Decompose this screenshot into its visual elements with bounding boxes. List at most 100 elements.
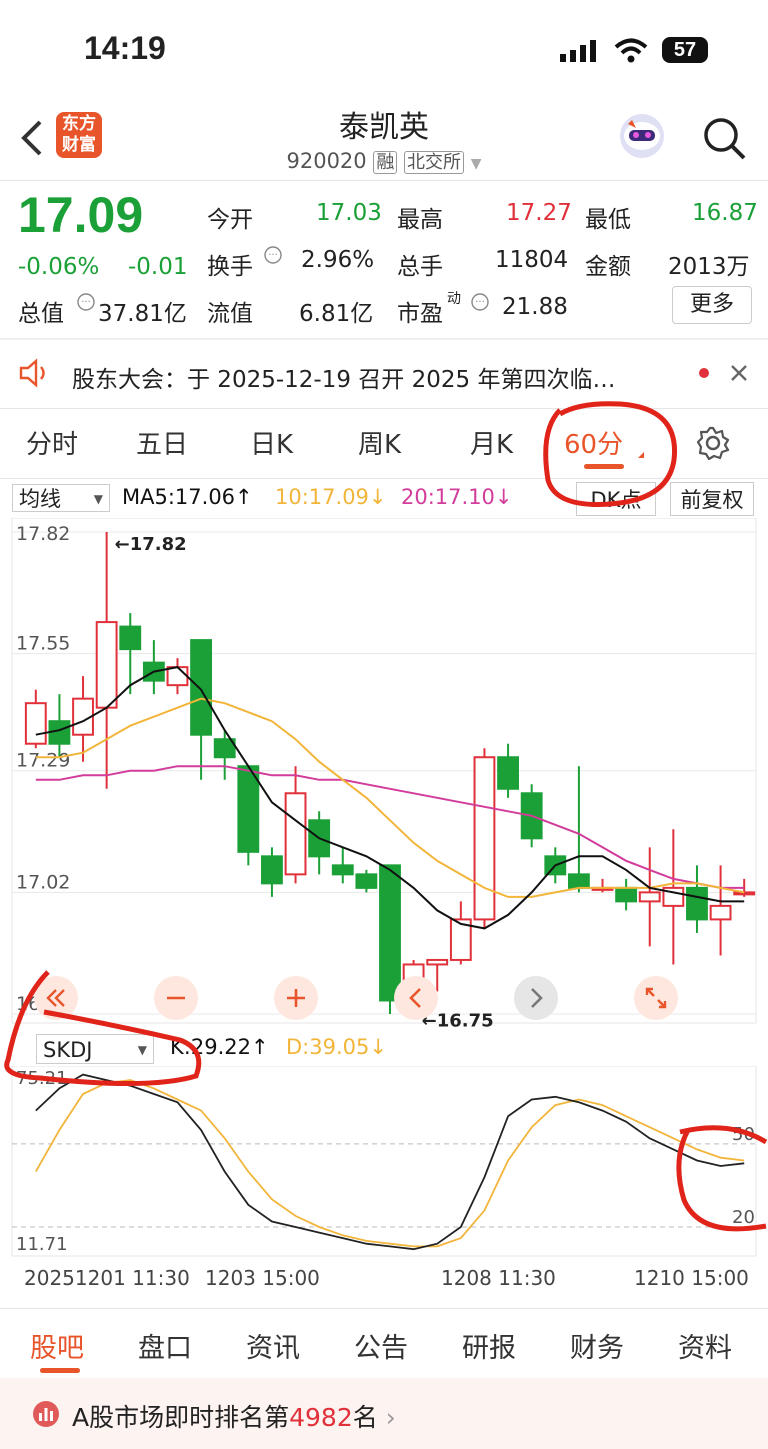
candle-body	[497, 756, 519, 790]
sub-indicator-select[interactable]: SKDJ ▼	[36, 1034, 154, 1064]
more-button[interactable]: 更多	[672, 286, 752, 324]
chevron-right-icon: ›	[385, 1403, 396, 1432]
ma-select-label: 均线	[19, 487, 61, 511]
nav-guba[interactable]: 股吧	[30, 1326, 84, 1365]
nav-pankou[interactable]: 盘口	[138, 1326, 192, 1365]
high-value: 17.27	[506, 200, 572, 226]
caret-icon	[638, 452, 644, 458]
candle-body	[355, 873, 378, 889]
ma10-label: 10:17.09↓	[275, 485, 387, 509]
candle-body	[638, 891, 661, 903]
ma5-label: MA5:17.06↑	[122, 485, 253, 509]
kline-chart[interactable]: 17.8217.5517.2917.0216.75←17.82←16.75	[0, 518, 768, 1028]
ranking-banner[interactable]: A股市场即时排名第4982名 ›	[0, 1378, 768, 1449]
candle-body	[473, 756, 496, 921]
nav-announcements[interactable]: 公告	[354, 1326, 408, 1365]
notice-bar[interactable]: 股东大会：于 2025-12-19 召开 2025 年第四次临…	[0, 340, 768, 406]
double-chevron-left-icon	[46, 989, 65, 1007]
status-time: 14:19	[84, 30, 166, 66]
triangle-down-icon: ▼	[137, 1043, 147, 1057]
chevron-right-icon	[531, 988, 543, 1008]
nav-research[interactable]: 研报	[462, 1326, 516, 1365]
y-tick-label: 17.02	[16, 871, 70, 893]
tab-daily-k[interactable]: 日K	[250, 424, 293, 461]
plus-icon	[287, 989, 305, 1007]
level-label: 50	[732, 1124, 755, 1145]
notice-text: 股东大会：于 2025-12-19 召开 2025 年第四次临…	[72, 367, 616, 393]
x-label-2: 1203 15:00	[205, 1266, 320, 1290]
gear-icon[interactable]	[696, 426, 730, 460]
unread-dot	[699, 368, 709, 378]
divider	[0, 180, 768, 181]
candle-body	[615, 886, 638, 903]
next-button[interactable]	[514, 976, 558, 1020]
exchange-tag: 北交所	[404, 151, 465, 174]
cellular-signal-icon	[560, 40, 596, 62]
market-cap-label: 总值	[18, 301, 64, 327]
open-value: 17.03	[316, 200, 382, 226]
float-cap-value: 6.81亿	[299, 301, 374, 327]
amount-value: 2013万	[668, 254, 750, 280]
fullscreen-button[interactable]	[634, 976, 678, 1020]
info-icon[interactable]: ···	[263, 245, 283, 265]
d-line	[35, 1079, 745, 1248]
search-icon[interactable]	[702, 116, 746, 160]
candle-body	[426, 958, 449, 966]
prev-button[interactable]	[394, 976, 438, 1020]
info-icon[interactable]: ···	[76, 292, 96, 312]
chevron-left-icon	[409, 988, 421, 1008]
close-icon[interactable]	[730, 364, 748, 382]
ranking-prefix: A股市场即时排名第	[72, 1403, 290, 1432]
pe-value: 21.88	[502, 294, 568, 320]
robot-icon	[624, 120, 660, 150]
sub-top-tick: 75.21	[16, 1068, 68, 1089]
status-bar: 14:19 57	[0, 0, 768, 100]
candle-body	[686, 886, 708, 921]
d-value-label: D:39.05↓	[286, 1035, 387, 1059]
tab-indicator	[584, 464, 624, 469]
wifi-icon	[614, 38, 648, 63]
divider	[0, 1308, 768, 1309]
zoom-out-button[interactable]	[154, 976, 198, 1020]
turnover-value: 2.96%	[301, 247, 375, 273]
level-label: 20	[732, 1207, 755, 1228]
pe-superscript: 动	[447, 291, 461, 307]
last-price: 17.09	[18, 187, 144, 243]
candle-body	[190, 639, 213, 736]
candle-body	[166, 666, 189, 687]
zoom-in-button[interactable]	[274, 976, 318, 1020]
nav-profile[interactable]: 资料	[678, 1326, 732, 1365]
y-tick-label: 17.55	[16, 633, 70, 655]
skdj-chart[interactable]: 50 20 75.21 11.71	[0, 1066, 768, 1260]
tab-weekly-k[interactable]: 周K	[358, 424, 401, 461]
nav-news[interactable]: 资讯	[246, 1326, 300, 1365]
change-amount: -0.01	[128, 254, 188, 280]
divider	[0, 408, 768, 409]
info-icon[interactable]: ···	[470, 292, 490, 312]
pe-label: 市盈	[397, 301, 443, 327]
dk-point-button[interactable]: DK点	[576, 482, 656, 516]
open-label: 今开	[207, 207, 253, 233]
tab-intraday[interactable]: 分时	[26, 424, 78, 461]
divider	[0, 478, 768, 479]
battery-icon: 57	[662, 37, 708, 63]
tab-monthly-k[interactable]: 月K	[470, 424, 513, 461]
high-label: 最高	[397, 207, 443, 233]
prev-page-button[interactable]	[34, 976, 78, 1020]
speaker-icon	[19, 358, 45, 388]
adjust-button[interactable]: 前复权	[670, 482, 754, 516]
ma-indicator-select[interactable]: 均线 ▼	[12, 484, 110, 512]
nav-finance[interactable]: 财务	[570, 1326, 624, 1365]
minus-icon	[167, 996, 185, 1000]
triangle-down-icon: ▼	[93, 492, 103, 506]
tab-five-day[interactable]: 五日	[136, 424, 188, 461]
ma20-label: 20:17.10↓	[401, 485, 513, 509]
tab-60min[interactable]: 60分	[564, 424, 623, 461]
y-tick-label: 17.82	[16, 523, 70, 545]
sub-bottom-tick: 11.71	[16, 1234, 68, 1255]
assistant-avatar[interactable]	[620, 114, 664, 158]
svg-text:···: ···	[81, 297, 91, 308]
svg-text:···: ···	[475, 297, 485, 308]
candle-body	[261, 855, 283, 885]
sub-select-label: SKDJ	[43, 1038, 93, 1062]
